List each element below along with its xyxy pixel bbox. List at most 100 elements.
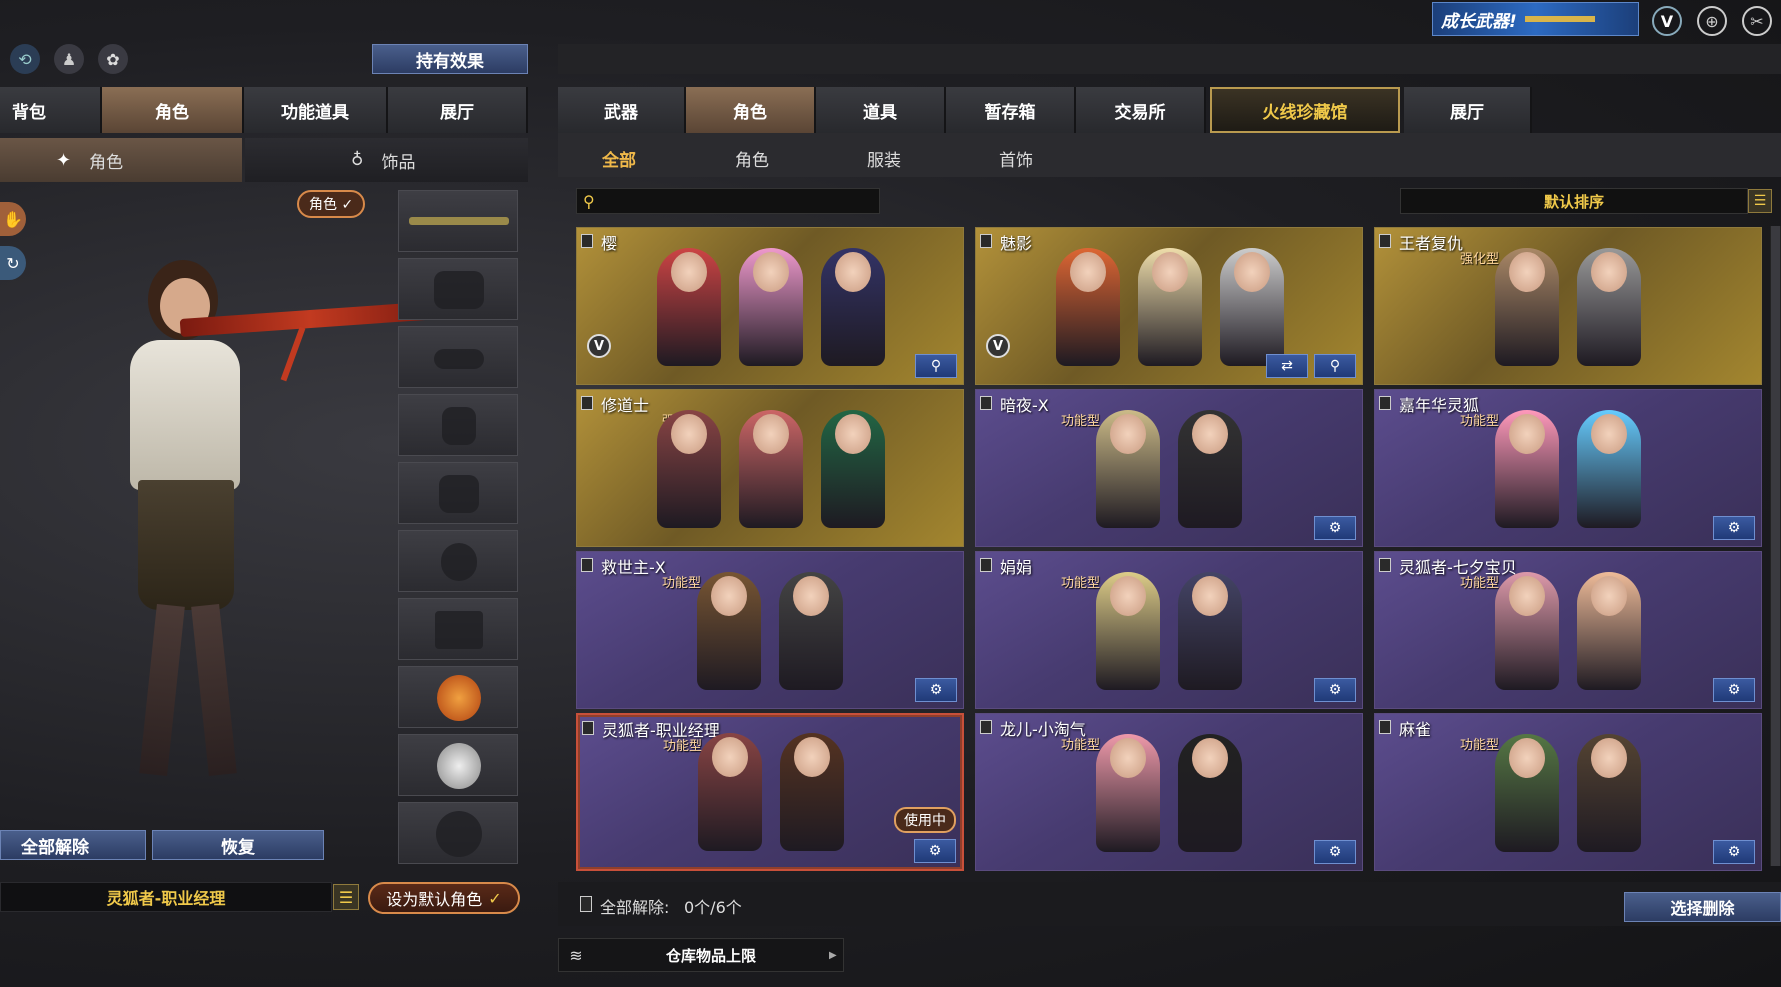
character-card[interactable]: 暗夜-X 功能型 ⚙ (975, 389, 1363, 547)
character-card[interactable]: 龙儿-小淘气 功能型 ⚙ (975, 713, 1363, 871)
globe-icon[interactable]: ⊕ (1697, 6, 1727, 36)
magnify-icon[interactable]: ⚲ (915, 354, 957, 378)
card-type: 功能型 (1061, 738, 1101, 753)
tab-character[interactable]: 角色 (686, 87, 816, 133)
role-badge-label: 角色 (309, 197, 337, 213)
slot-pouch[interactable] (398, 530, 518, 592)
bookmark-icon[interactable] (581, 558, 593, 572)
subtab-clothing[interactable]: 服装 (867, 146, 901, 171)
character-head (1192, 414, 1228, 454)
scrollbar[interactable] (1770, 226, 1781, 866)
slot-pants[interactable] (398, 598, 518, 660)
character-head (793, 576, 829, 616)
subtab-character[interactable]: 角色 (735, 146, 769, 171)
hand-icon[interactable]: ✋ (0, 202, 26, 236)
vip-icon[interactable]: V (1652, 6, 1682, 36)
character-figure (1178, 410, 1242, 528)
search-input[interactable] (600, 190, 879, 212)
settings-icon[interactable]: ⚙ (914, 839, 956, 863)
slot-backpack[interactable] (398, 462, 518, 524)
tab-storage[interactable]: 暂存箱 (946, 87, 1076, 133)
sort-menu-icon[interactable]: ☰ (1748, 189, 1772, 213)
slot-helmet[interactable] (398, 258, 518, 320)
left-subtab-accessory[interactable]: ♁ 饰品 (245, 138, 528, 182)
character-card[interactable]: 灵狐者-职业经理 功能型 使用中 ⚙ (576, 713, 964, 871)
settings-icon[interactable]: ⚙ (1713, 678, 1755, 702)
swap-icon[interactable]: ⇄ (1266, 354, 1308, 378)
character-card[interactable]: 麻雀 功能型 ⚙ (1374, 713, 1762, 871)
settings-icon[interactable]: ⚙ (1314, 840, 1356, 864)
settings-icon[interactable]: ⚙ (1314, 678, 1356, 702)
bookmark-icon[interactable] (980, 558, 992, 572)
card-type: 强化型 (1460, 252, 1500, 267)
character-card[interactable]: 嘉年华灵狐 功能型 ⚙ (1374, 389, 1762, 547)
character-card[interactable]: 娟娟 功能型 ⚙ (975, 551, 1363, 709)
slot-weapon[interactable] (398, 190, 518, 252)
settings-icon[interactable]: ⚙ (915, 678, 957, 702)
character-card[interactable]: 灵狐者-七夕宝贝 功能型 ⚙ (1374, 551, 1762, 709)
slot-ring[interactable] (398, 802, 518, 864)
tools-icon[interactable]: ✂ (1742, 6, 1772, 36)
set-default-character-button[interactable]: 设为默认角色 ✓ (368, 882, 520, 914)
sort-dropdown[interactable]: 默认排序 (1400, 188, 1748, 214)
left-subtab-character[interactable]: ✦ 角色 (0, 138, 242, 182)
select-delete-button[interactable]: 选择删除 (1624, 892, 1781, 922)
menu-icon[interactable]: ☰ (333, 884, 359, 910)
slot-dragon-accessory[interactable] (398, 666, 518, 728)
tab-showroom[interactable]: 展厅 (1404, 87, 1532, 133)
character-figure (780, 733, 844, 851)
bookmark-icon[interactable] (582, 721, 594, 735)
pet-icon[interactable]: ✿ (98, 44, 128, 74)
search-box[interactable]: ⚲ (576, 188, 880, 214)
tab-exchange[interactable]: 交易所 (1076, 87, 1206, 133)
character-card[interactable]: 樱 V ⚲ (576, 227, 964, 385)
growth-weapon-banner[interactable]: 成长武器! (1432, 2, 1639, 36)
subtab-all[interactable]: 全部 (602, 146, 636, 171)
restore-button[interactable]: 恢复 (152, 830, 324, 860)
character-figure (697, 572, 761, 690)
character-card[interactable]: 王者复仇 强化型 (1374, 227, 1762, 385)
settings-icon[interactable]: ⚙ (1713, 840, 1755, 864)
slot-vest[interactable] (398, 394, 518, 456)
tab-collection-hall[interactable]: 火线珍藏馆 (1210, 87, 1400, 133)
left-tab-function-items[interactable]: 功能道具 (244, 87, 388, 133)
character-figure (1577, 572, 1641, 690)
bookmark-icon[interactable] (581, 396, 593, 410)
release-all-button[interactable]: 全部解除 (0, 830, 146, 860)
settings-icon[interactable]: ⚙ (1713, 516, 1755, 540)
character-card[interactable]: 修道士强化型 (576, 389, 964, 547)
bookmark-icon[interactable] (980, 396, 992, 410)
slot-goggles[interactable] (398, 326, 518, 388)
character-preview[interactable] (30, 190, 441, 820)
character-card[interactable]: 救世主-X 功能型 ⚙ (576, 551, 964, 709)
subtab-jewelry[interactable]: 首饰 (999, 146, 1033, 171)
scrollbar-thumb[interactable] (1771, 226, 1780, 866)
character-card[interactable]: 魅影 V ⇄ ⚲ (975, 227, 1363, 385)
bookmark-icon[interactable] (1379, 234, 1391, 248)
left-tab-backpack[interactable]: 背包 (0, 87, 102, 133)
bookmark-icon[interactable] (980, 720, 992, 734)
settings-icon[interactable]: ⚙ (1314, 516, 1356, 540)
character-head (1591, 576, 1627, 616)
tab-items[interactable]: 道具 (816, 87, 946, 133)
bookmark-icon[interactable] (1379, 720, 1391, 734)
accessory-icon: ♁ (351, 150, 364, 170)
magnify-icon[interactable]: ⚲ (1314, 354, 1356, 378)
card-name: 魅影 (1000, 234, 1033, 253)
bookmark-icon[interactable] (980, 234, 992, 248)
effect-button[interactable]: 持有效果 (372, 44, 528, 74)
slot-wolf-accessory[interactable] (398, 734, 518, 796)
character-figure (779, 572, 843, 690)
left-tab-character[interactable]: 角色 (102, 87, 244, 133)
tab-weapons[interactable]: 武器 (558, 87, 686, 133)
character-head (1152, 252, 1188, 292)
bookmark-icon[interactable] (581, 234, 593, 248)
character-figure (821, 410, 885, 528)
refresh-icon[interactable]: ⟲ (10, 44, 40, 74)
storage-limit-bar[interactable]: ≋ 仓库物品上限 ▶ (558, 938, 844, 972)
bookmark-icon[interactable] (1379, 396, 1391, 410)
bookmark-icon[interactable] (1379, 558, 1391, 572)
person-icon[interactable]: ♟ (54, 44, 84, 74)
left-tab-showroom[interactable]: 展厅 (388, 87, 528, 133)
rotate-icon[interactable]: ↻ (0, 246, 26, 280)
